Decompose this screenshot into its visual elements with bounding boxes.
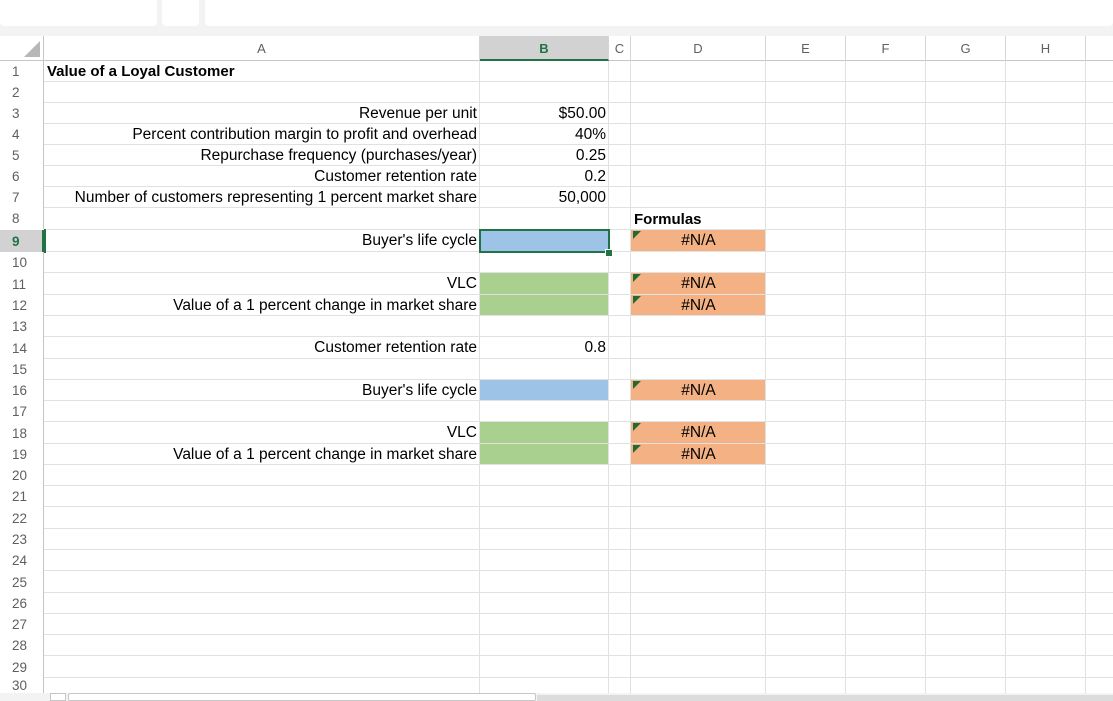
select-all-button[interactable] [0, 36, 44, 61]
row-header-7[interactable]: 7 [0, 187, 44, 208]
retention-label-2[interactable]: Customer retention rate [44, 337, 480, 359]
row-header-30[interactable]: 30 [0, 678, 44, 693]
margin-label[interactable]: Percent contribution margin to profit an… [44, 124, 480, 145]
row-header-2[interactable]: 2 [0, 82, 44, 103]
life-cycle-formula-2-text: #N/A [681, 381, 716, 399]
market-share-label-2[interactable]: Value of a 1 percent change in market sh… [44, 444, 480, 465]
repurchase-value[interactable]: 0.25 [480, 145, 609, 166]
life-cycle-input-cell-2[interactable] [480, 380, 609, 401]
life-cycle-label-2[interactable]: Buyer's life cycle [44, 380, 480, 401]
life-cycle-formula[interactable]: #N/A [631, 230, 766, 252]
market-share-formula-2-text: #N/A [681, 445, 716, 463]
vlc-formula-2[interactable]: #N/A [631, 422, 766, 444]
row-header-28[interactable]: 28 [0, 635, 44, 656]
row-header-10[interactable]: 10 [0, 252, 44, 273]
row-header-12[interactable]: 12 [0, 295, 44, 316]
retention-label[interactable]: Customer retention rate [44, 166, 480, 187]
market-share-formula-2[interactable]: #N/A [631, 444, 766, 465]
column-header-e[interactable]: E [766, 36, 846, 61]
formulas-header[interactable]: Formulas [631, 209, 766, 230]
row-header-25[interactable]: 25 [0, 571, 44, 593]
row-header-15[interactable]: 15 [0, 359, 44, 380]
row-header-3[interactable]: 3 [0, 103, 44, 124]
row-header-19[interactable]: 19 [0, 444, 44, 465]
scroll-left-button[interactable] [50, 693, 66, 701]
row-header-21[interactable]: 21 [0, 486, 44, 507]
life-cycle-formula-2[interactable]: #N/A [631, 380, 766, 401]
row-header-11[interactable]: 11 [0, 273, 44, 295]
customers-label[interactable]: Number of customers representing 1 perce… [44, 187, 480, 208]
row-header-22[interactable]: 22 [0, 507, 44, 529]
row-header-9[interactable]: 9 [0, 230, 44, 252]
vlc-formula[interactable]: #N/A [631, 273, 766, 295]
row-header-1[interactable]: 1 [0, 61, 44, 82]
vlc-label-2[interactable]: VLC [44, 422, 480, 444]
row-header-23[interactable]: 23 [0, 529, 44, 550]
row-header-20[interactable]: 20 [0, 465, 44, 486]
row-header-26[interactable]: 26 [0, 593, 44, 614]
row-header-4[interactable]: 4 [0, 124, 44, 145]
vlc-formula-text: #N/A [681, 275, 716, 292]
margin-value[interactable]: 40% [480, 124, 609, 145]
column-header-c[interactable]: C [609, 36, 631, 61]
row-header-5[interactable]: 5 [0, 145, 44, 166]
customers-value[interactable]: 50,000 [480, 187, 609, 208]
market-share-formula-text: #N/A [681, 296, 716, 314]
life-cycle-input-cell[interactable] [480, 230, 609, 252]
market-share-formula[interactable]: #N/A [631, 295, 766, 316]
column-header-overflow [1086, 36, 1113, 61]
retention-value-2[interactable]: 0.8 [480, 337, 609, 359]
row-header-27[interactable]: 27 [0, 614, 44, 635]
formula-bar-area [0, 0, 1113, 36]
row-header-8[interactable]: 8 [0, 208, 44, 229]
vlc-formula-2-text: #N/A [681, 424, 716, 441]
row-header-16[interactable]: 16 [0, 380, 44, 401]
error-indicator-icon[interactable] [633, 296, 641, 304]
fill-handle[interactable] [605, 249, 613, 257]
row-header-14[interactable]: 14 [0, 337, 44, 359]
column-header-h[interactable]: H [1006, 36, 1086, 61]
row-header-24[interactable]: 24 [0, 550, 44, 571]
column-header-a[interactable]: A [44, 36, 480, 61]
row-header-18[interactable]: 18 [0, 422, 44, 444]
function-box[interactable] [162, 0, 199, 26]
formula-input[interactable] [205, 0, 1113, 26]
error-indicator-icon[interactable] [633, 274, 641, 282]
spreadsheet-window: A B C D E F G H 1 2 3 4 5 6 7 8 9 10 11 … [0, 0, 1113, 701]
revenue-value[interactable]: $50.00 [480, 103, 609, 124]
repurchase-label[interactable]: Repurchase frequency (purchases/year) [44, 145, 480, 166]
scroll-track[interactable] [537, 695, 1113, 701]
row-header-17[interactable]: 17 [0, 401, 44, 422]
retention-value[interactable]: 0.2 [480, 166, 609, 187]
sheet-title[interactable]: Value of a Loyal Customer [44, 61, 480, 82]
column-header-f[interactable]: F [846, 36, 926, 61]
market-share-label[interactable]: Value of a 1 percent change in market sh… [44, 295, 480, 316]
name-box[interactable] [0, 0, 157, 26]
life-cycle-formula-text: #N/A [681, 232, 716, 249]
select-all-triangle-icon [24, 41, 40, 57]
error-indicator-icon[interactable] [633, 231, 641, 239]
error-indicator-icon[interactable] [633, 381, 641, 389]
error-indicator-icon[interactable] [633, 423, 641, 431]
revenue-label[interactable]: Revenue per unit [44, 103, 480, 124]
life-cycle-label[interactable]: Buyer's life cycle [44, 230, 480, 252]
row-header-13[interactable]: 13 [0, 316, 44, 337]
column-header-d[interactable]: D [631, 36, 766, 61]
row-header-6[interactable]: 6 [0, 166, 44, 187]
column-header-g[interactable]: G [926, 36, 1006, 61]
column-header-b[interactable]: B [480, 36, 609, 61]
scroll-thumb[interactable] [68, 693, 536, 701]
vlc-label[interactable]: VLC [44, 273, 480, 295]
row-header-29[interactable]: 29 [0, 656, 44, 678]
error-indicator-icon[interactable] [633, 445, 641, 453]
